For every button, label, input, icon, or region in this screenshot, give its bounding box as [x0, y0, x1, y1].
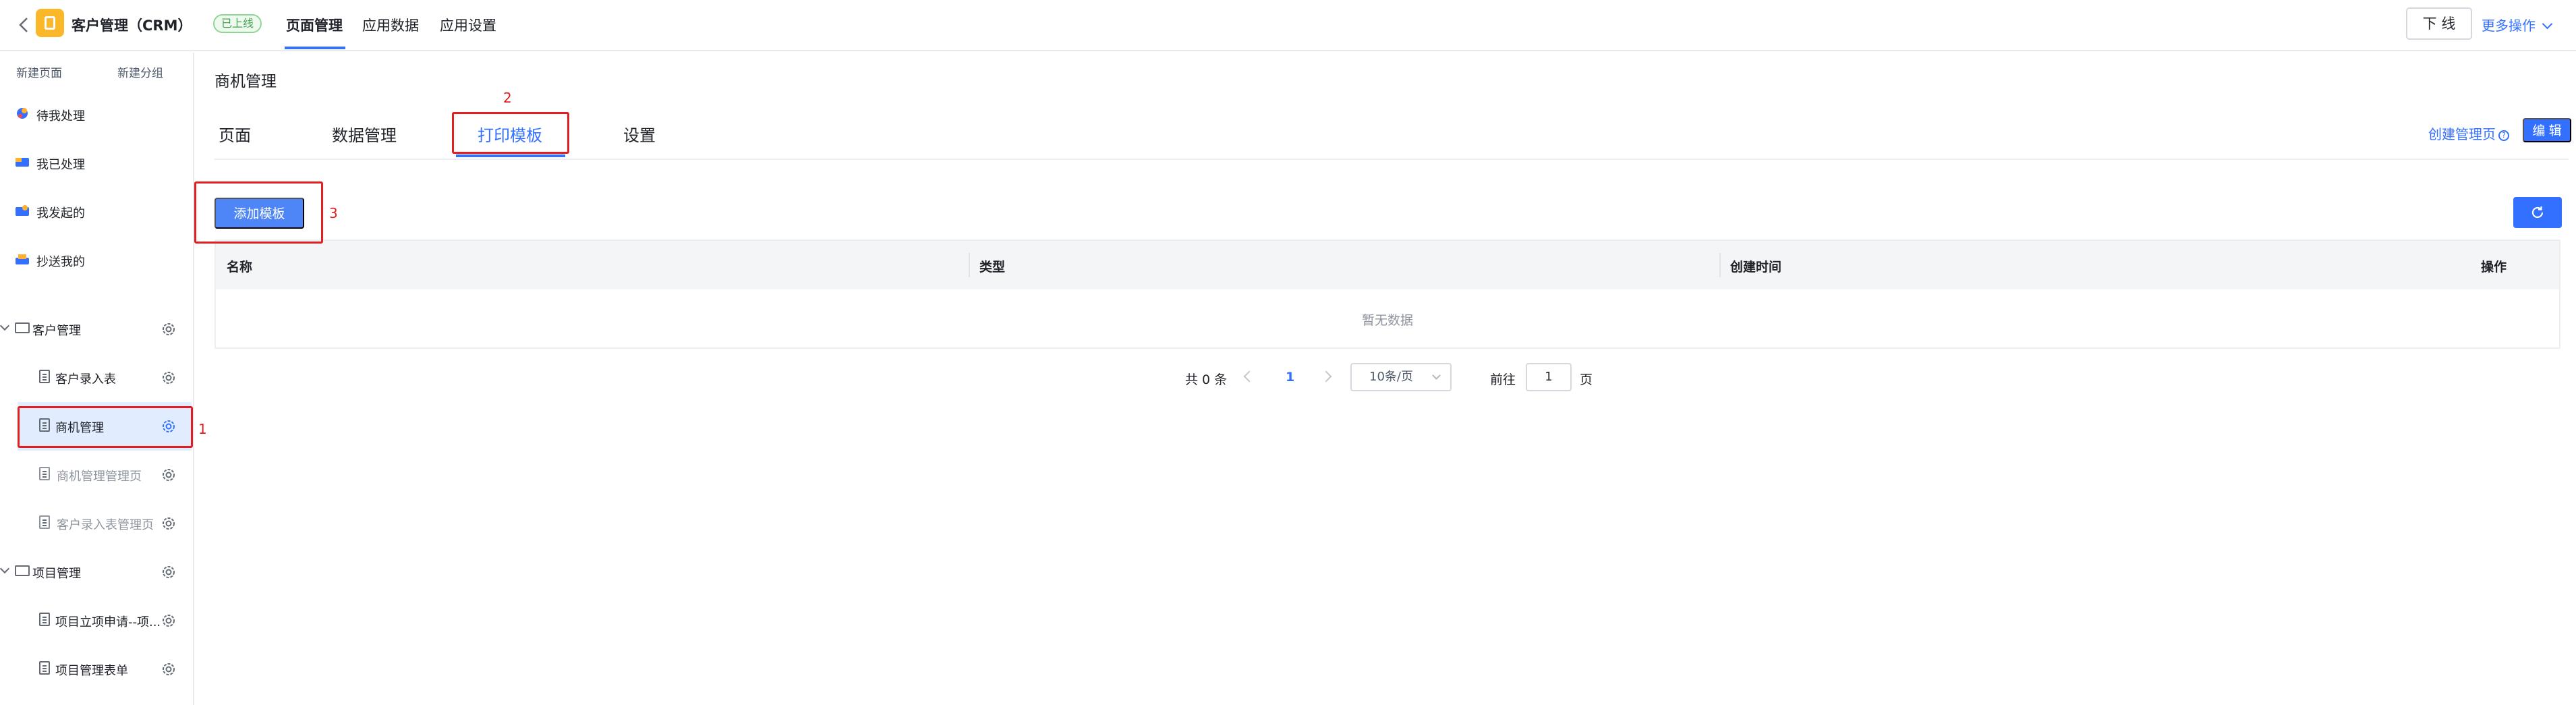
sidebar-item-label: 项目立项申请--项...	[55, 615, 161, 629]
page-size-select[interactable]: 10条/页	[1350, 363, 1452, 391]
tab-active-indicator	[456, 154, 565, 157]
annotation-number-2: 2	[503, 90, 512, 106]
prev-page-icon[interactable]	[1243, 370, 1255, 383]
annotation-number-1: 1	[198, 421, 207, 437]
divider	[214, 159, 2569, 160]
folder-icon	[15, 322, 30, 333]
form-icon	[39, 613, 50, 626]
chevron-down-icon	[2542, 18, 2553, 30]
gear-icon[interactable]	[159, 563, 178, 582]
column-header-name: 名称	[227, 260, 253, 275]
refresh-icon	[2531, 206, 2544, 219]
help-icon: ?	[2498, 130, 2509, 141]
column-header-type: 类型	[979, 260, 1006, 275]
nav-active-indicator	[285, 47, 345, 49]
sidebar-item-label: 抄送我的	[36, 255, 85, 269]
sidebar-group-label: 客户管理	[32, 324, 81, 338]
initiated-icon	[16, 205, 29, 216]
cc-icon	[16, 254, 29, 264]
sidebar-item-label: 客户录入表管理页	[57, 518, 154, 532]
folder-icon	[15, 565, 30, 576]
gear-icon[interactable]	[159, 514, 178, 533]
sidebar-item-label: 商机管理管理页	[57, 470, 142, 484]
offline-button[interactable]: 下 线	[2406, 7, 2472, 40]
sidebar-item-label: 我已处理	[36, 158, 85, 172]
status-badge: 已上线	[213, 14, 262, 33]
nav-page-management[interactable]: 页面管理	[286, 15, 343, 35]
next-page-icon[interactable]	[1320, 370, 1332, 383]
column-separator	[969, 253, 970, 277]
app-name: 客户管理（CRM）	[71, 18, 192, 34]
new-group-button[interactable]: 新建分组	[117, 63, 163, 80]
sidebar-item-project-apply[interactable]: 项目立项申请--项...	[0, 596, 193, 645]
table-header: 名称 类型 创建时间 操作	[216, 241, 2559, 289]
gear-icon[interactable]	[159, 660, 178, 679]
form-icon	[39, 661, 50, 675]
chevron-down-icon[interactable]	[0, 320, 10, 331]
tab-settings[interactable]: 设置	[623, 122, 656, 146]
done-icon	[16, 158, 29, 167]
top-bar: 客户管理（CRM） 已上线 页面管理 应用数据 应用设置 下 线 更多操作	[0, 0, 2576, 51]
todo-icon	[17, 108, 28, 119]
goto-label: 前往	[1490, 372, 1516, 387]
sidebar-item-label: 我发起的	[36, 206, 85, 221]
admin-page-icon	[39, 467, 50, 480]
sidebar-item-label: 客户录入表	[55, 372, 116, 387]
column-header-actions: 操作	[2481, 260, 2507, 275]
sidebar-item-cc[interactable]: 抄送我的	[0, 236, 193, 285]
tab-data-management[interactable]: 数据管理	[332, 122, 397, 146]
sidebar-item-label: 待我处理	[36, 109, 85, 123]
sidebar-item-customer-admin[interactable]: 客户录入表管理页	[0, 499, 193, 548]
sidebar-item-label: 项目管理表单	[55, 664, 128, 678]
annotation-box-3	[194, 181, 323, 244]
more-operations-label: 更多操作	[2482, 18, 2536, 34]
chevron-down-icon	[1432, 371, 1441, 380]
page-unit-label: 页	[1580, 372, 1593, 387]
gear-icon[interactable]	[159, 466, 178, 484]
page-size-value: 10条/页	[1369, 370, 1413, 384]
sidebar-item-project-form[interactable]: 项目管理表单	[0, 645, 193, 694]
sidebar-item-customer-entry[interactable]: 客户录入表	[0, 354, 193, 402]
pagination-total: 共 0 条	[1185, 372, 1228, 387]
page-title: 商机管理	[214, 73, 277, 90]
annotation-number-3: 3	[329, 205, 338, 221]
gear-icon[interactable]	[159, 611, 178, 630]
template-table: 名称 类型 创建时间 操作 暂无数据	[214, 239, 2560, 349]
sidebar-group-label: 项目管理	[32, 567, 81, 581]
gear-icon[interactable]	[159, 320, 178, 339]
annotation-box-1	[18, 406, 193, 448]
back-arrow-icon[interactable]	[15, 13, 34, 37]
empty-state-text: 暂无数据	[1361, 313, 1413, 328]
tab-page[interactable]: 页面	[219, 122, 251, 146]
gear-icon[interactable]	[159, 368, 178, 387]
admin-page-icon	[39, 515, 50, 529]
sidebar: 新建页面 新建分组 待我处理 我已处理 我发起的 抄送我的 客户管理 客户录入表…	[0, 53, 194, 705]
form-icon	[39, 370, 50, 383]
annotation-box-2	[452, 112, 569, 154]
app-logo-icon	[36, 9, 64, 37]
new-page-button[interactable]: 新建页面	[16, 63, 62, 80]
sidebar-group-project[interactable]: 项目管理	[0, 548, 193, 596]
column-header-created: 创建时间	[1730, 260, 1782, 275]
nav-app-settings[interactable]: 应用设置	[440, 15, 496, 35]
create-admin-page-link[interactable]: 创建管理页?	[2428, 123, 2509, 143]
sidebar-item-done[interactable]: 我已处理	[0, 139, 193, 188]
chevron-down-icon[interactable]	[0, 563, 10, 574]
column-separator	[1719, 253, 1721, 277]
sidebar-group-customer[interactable]: 客户管理	[0, 305, 193, 354]
edit-button[interactable]: 编 辑	[2523, 118, 2571, 142]
pagination-current-page[interactable]: 1	[1286, 370, 1294, 385]
sidebar-item-opportunity-admin[interactable]: 商机管理管理页	[0, 451, 193, 499]
nav-app-data[interactable]: 应用数据	[362, 15, 419, 35]
goto-page-input[interactable]: 1	[1526, 363, 1572, 391]
refresh-button[interactable]	[2513, 197, 2562, 228]
more-operations-dropdown[interactable]: 更多操作	[2482, 15, 2553, 34]
sidebar-item-initiated[interactable]: 我发起的	[0, 188, 193, 236]
sidebar-item-todo[interactable]: 待我处理	[0, 90, 193, 139]
create-admin-page-label: 创建管理页	[2428, 126, 2496, 142]
